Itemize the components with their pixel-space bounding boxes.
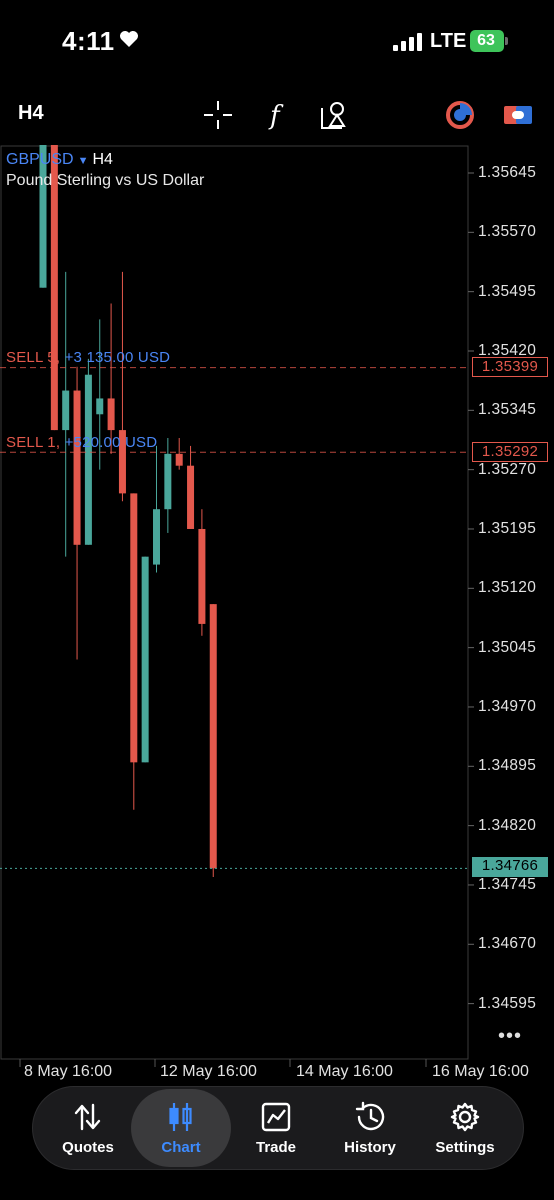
bottom-tab-bar: Quotes Chart Trade History Settings xyxy=(32,1086,524,1170)
account-icon[interactable] xyxy=(501,98,535,132)
price-tick-label: 1.34745 xyxy=(478,875,537,893)
candle-body xyxy=(73,390,81,545)
status-time: 4:11 xyxy=(62,26,115,56)
candle-body xyxy=(130,493,138,763)
tab-trade[interactable]: Trade xyxy=(226,1089,326,1167)
cellular-signal-icon xyxy=(393,33,423,51)
price-tick-label: 1.35120 xyxy=(478,579,537,597)
tab-chart[interactable]: Chart xyxy=(131,1089,231,1167)
tab-label: Quotes xyxy=(62,1139,114,1156)
price-chart[interactable]: GBPUSD ▼ H4 Pound Sterling vs US Dollar SE… xyxy=(0,145,554,1085)
time-axis-label: 8 May 16:00 xyxy=(24,1063,113,1080)
price-tick-label: 1.35495 xyxy=(478,282,537,300)
chart-timeframe: H4 xyxy=(92,151,113,168)
candle-body xyxy=(198,528,206,624)
timeframe-button[interactable]: H4 xyxy=(18,102,44,125)
tab-history[interactable]: History xyxy=(320,1089,420,1167)
symbol-description: Pound Sterling vs US Dollar xyxy=(6,172,205,189)
price-tick-label: 1.35195 xyxy=(478,519,537,537)
tab-quotes[interactable]: Quotes xyxy=(38,1089,138,1167)
chart-toolbar: H4 f xyxy=(0,90,554,140)
candle-body xyxy=(209,604,217,869)
plot-frame xyxy=(0,145,469,1060)
candle-body xyxy=(62,390,70,431)
price-tick-label: 1.35345 xyxy=(478,401,537,419)
price-tick-label: 1.34670 xyxy=(478,935,537,953)
more-options-icon[interactable]: ••• xyxy=(498,1025,522,1048)
tab-label: Settings xyxy=(435,1139,495,1156)
symbol-selector[interactable]: GBPUSD ▼ H4 xyxy=(6,151,113,169)
tab-label: History xyxy=(344,1139,396,1156)
candle-body xyxy=(141,556,149,763)
trade-icon xyxy=(259,1101,293,1133)
candle-body xyxy=(175,453,183,466)
candle-body xyxy=(153,509,160,565)
status-bar: 4:11 LTE 63 xyxy=(0,0,554,80)
price-tick-label: 1.34595 xyxy=(478,994,537,1012)
candle-body xyxy=(107,398,115,431)
objects-icon[interactable] xyxy=(318,98,352,132)
chart-canvas[interactable] xyxy=(0,145,554,1085)
chart-icon xyxy=(164,1101,198,1133)
price-tick-label: 1.35645 xyxy=(478,164,537,181)
order-label-2[interactable]: SELL 1, +520.00 USD xyxy=(6,434,157,451)
candle-body xyxy=(164,453,172,510)
order-label-1[interactable]: SELL 5, +3 135.00 USD xyxy=(6,349,170,366)
theme-toggle-icon[interactable] xyxy=(443,98,477,132)
symbol-name[interactable]: GBPUSD xyxy=(6,151,74,168)
time-axis-label: 12 May 16:00 xyxy=(160,1063,257,1080)
candle-body xyxy=(96,398,104,415)
svg-text:f: f xyxy=(268,101,284,131)
tab-settings[interactable]: Settings xyxy=(415,1089,515,1167)
network-type: LTE xyxy=(430,30,467,52)
chevron-down-icon: ▼ xyxy=(77,155,89,167)
crosshair-icon[interactable] xyxy=(201,98,235,132)
history-icon xyxy=(353,1101,387,1133)
time-axis-label: 14 May 16:00 xyxy=(296,1063,393,1080)
current-price-badge: 1.34766 xyxy=(472,857,548,877)
function-icon[interactable]: f xyxy=(262,98,296,132)
price-tick-label: 1.35270 xyxy=(478,460,537,478)
settings-icon xyxy=(448,1101,482,1133)
price-tick-label: 1.34820 xyxy=(478,816,537,834)
quotes-icon xyxy=(71,1101,105,1133)
price-tick-label: 1.34970 xyxy=(478,697,537,715)
price-tick-label: 1.34895 xyxy=(478,757,537,775)
order-price-badge: 1.35399 xyxy=(472,357,548,377)
price-tick-label: 1.35570 xyxy=(478,223,537,241)
tab-label: Chart xyxy=(161,1139,201,1156)
price-tick-label: 1.35045 xyxy=(478,638,537,656)
time-axis-label: 16 May 16:00 xyxy=(432,1063,529,1080)
order-price-badge: 1.35292 xyxy=(472,442,548,462)
battery-level: 63 xyxy=(477,32,495,49)
candle-body xyxy=(84,374,92,545)
heart-icon xyxy=(119,30,139,53)
tab-label: Trade xyxy=(255,1139,297,1156)
battery-icon: 63 xyxy=(470,30,510,52)
candle-body xyxy=(187,465,195,529)
